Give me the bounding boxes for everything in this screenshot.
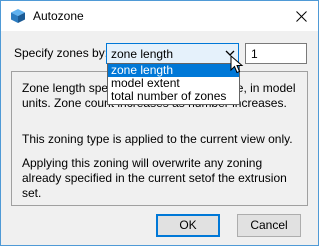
zone-type-select[interactable]: zone length (106, 43, 239, 64)
dropdown-option-total-zones[interactable]: total number of zones (108, 90, 239, 103)
cube-icon (11, 9, 25, 23)
window-title: Autozone (33, 9, 84, 23)
zone-type-dropdown-list: zone length model extent total number of… (107, 63, 240, 105)
zones-by-label: Specify zones by: (14, 46, 109, 60)
ok-button[interactable]: OK (156, 214, 220, 237)
mouse-cursor-icon (230, 55, 244, 74)
zone-value-input[interactable] (245, 43, 307, 64)
zone-type-value: zone length (111, 47, 174, 61)
close-icon (295, 10, 307, 22)
info-current-view: This zoning type is applied to the curre… (22, 132, 293, 146)
close-button[interactable] (284, 1, 318, 31)
cancel-button[interactable]: Cancel (237, 214, 301, 237)
autozone-dialog: Autozone Specify zones by: zone length Z… (0, 0, 319, 246)
title-bar: Autozone (1, 1, 318, 31)
info-overwrite-warning: Applying this zoning will overwrite any … (22, 156, 287, 200)
